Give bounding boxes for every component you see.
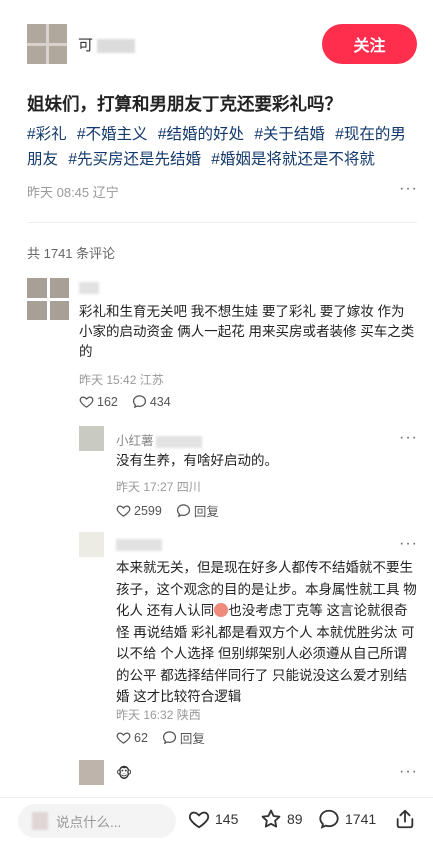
comment-reply-button[interactable]: 434 [132,394,171,409]
author-name-blur [97,39,136,54]
heart-icon [116,505,131,517]
comment-like-count: 62 [134,730,148,745]
comment-meta: 昨天 16:32 陕西 [116,708,201,722]
tag-link[interactable]: #先买房还是先结婚 [68,151,201,168]
star-count: 89 [287,811,303,827]
comment-meta: 昨天 17:27 四川 [116,480,201,494]
author-name[interactable]: 可 [78,34,136,55]
comment-text: 没有生养，有啥好启动的。 [116,453,278,468]
author-name-text: 可 [78,37,94,54]
comment-input-placeholder: 说点什么... [56,815,122,830]
star-icon [261,809,281,828]
tag-link[interactable]: #不婚主义 [77,126,148,143]
follow-button[interactable]: 关注 [322,24,417,64]
comment-like-button[interactable]: 2599 [116,503,162,518]
tag-link[interactable]: #婚姻是将就还是不将就 [211,151,375,168]
comment-more-icon[interactable]: ··· [399,429,418,447]
post-more-icon[interactable]: ··· [399,180,418,198]
comment-actions: 2599 回复 [116,501,229,520]
divider [27,222,417,223]
heart-icon [116,732,131,744]
comment-input[interactable]: 说点什么... [18,804,176,838]
monkey-emoji-icon: 🐵 [116,765,133,781]
comment-author-name-text: 小红薯 [116,434,154,448]
like-count: 145 [215,811,239,827]
comment-reply-label: 回复 [193,505,219,519]
comment-actions: 62 回复 [116,728,215,747]
post-title: 姐妹们，打算和男朋友丁克还要彩礼吗？ [27,94,342,114]
comment-reply-button[interactable]: 回复 [176,501,219,520]
author-avatar[interactable] [27,24,67,64]
comment-bubble-icon [162,731,176,745]
comment-author-name[interactable] [79,280,99,294]
comment-like-button[interactable]: 162 [79,394,118,409]
like-button[interactable]: 145 [188,808,238,830]
author-bar: 可 关注 [0,0,433,86]
comment-like-count: 2599 [134,503,162,518]
post-meta: 昨天 08:45 辽宁 [27,185,119,200]
avatar[interactable] [79,760,104,785]
avatar[interactable] [79,426,104,451]
avatar[interactable] [79,532,104,557]
comment-reply-label: 回复 [179,732,205,746]
comment-text: 本来就无关，但是现在好多人都传不结婚就不要生孩子，这个观念的目的是让步。本身属性… [116,557,417,708]
comment-count-bottom: 1741 [345,811,377,827]
comment-reply-count: 434 [149,394,171,409]
comment-author-name[interactable]: 小红薯 [116,430,202,449]
user-avatar-thumb [32,812,48,830]
comment-count: 共 1741 条评论 [27,246,116,261]
heart-icon [79,396,94,408]
comment-text-part: 也没考虑丁克等 这言论就很奇怪 再说结婚 彩礼都是看双方个人 本就优胜劣汰 可以… [116,603,415,704]
comment-bubble-icon [132,395,146,409]
comment-like-count: 162 [97,394,118,409]
share-button[interactable] [394,808,416,830]
tag-link[interactable]: #关于结婚 [254,126,325,143]
heart-icon [188,811,210,829]
comment-more-icon[interactable]: ··· [399,535,418,553]
emoji-icon [214,603,229,617]
comment-bubble-icon [176,504,190,518]
comment-reply-button[interactable]: 回复 [162,728,205,747]
comment-more-icon[interactable]: ··· [399,763,418,781]
tag-link[interactable]: #彩礼 [27,126,67,143]
comment-text: 彩礼和生育无关吧 我不想生娃 要了彩礼 要了嫁妆 作为小家的启动资金 俩人一起花… [79,304,415,359]
tag-list: #彩礼 #不婚主义 #结婚的好处 #关于结婚 #现在的男朋友 #先买房还是先结婚… [27,122,417,172]
comment-author-name[interactable] [116,537,162,551]
share-icon [396,809,414,829]
comment-actions: 162 434 [79,394,181,409]
avatar[interactable] [27,278,69,320]
tag-link[interactable]: #结婚的好处 [158,126,244,143]
collect-button[interactable]: 89 [260,808,303,830]
bottom-bar: 说点什么... 145 89 1741 [0,797,433,842]
comment-like-button[interactable]: 62 [116,730,148,745]
comment-meta: 昨天 15:42 江苏 [79,373,164,387]
comment-bubble-icon [319,809,339,829]
comment-button[interactable]: 1741 [318,808,376,830]
